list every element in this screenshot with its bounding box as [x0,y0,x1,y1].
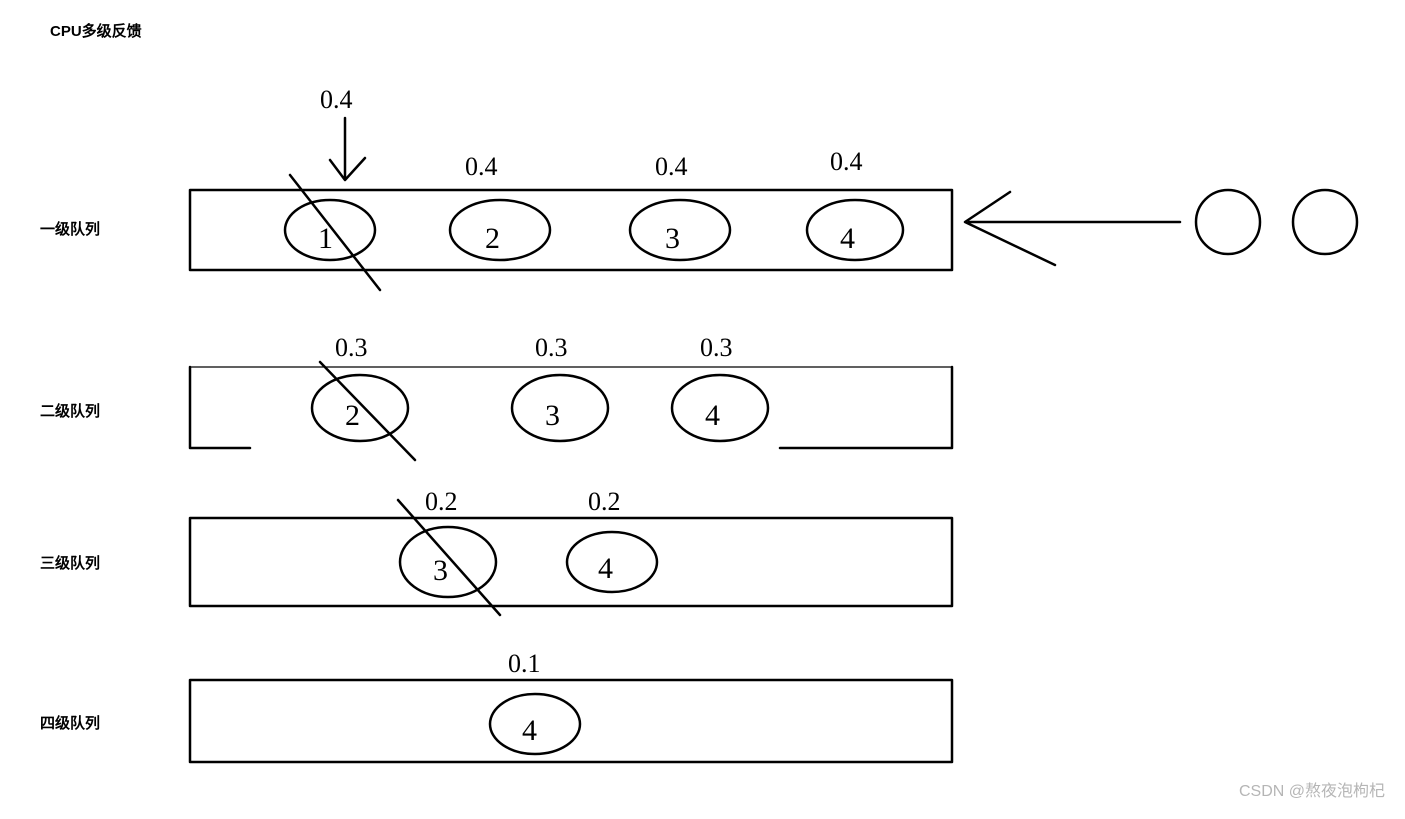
item-annotation: 0.3 [700,333,733,362]
item-value: 4 [840,222,855,255]
queue-item [672,375,768,441]
item-value: 2 [345,399,360,432]
queue-item [400,527,496,597]
item-annotation: 0.3 [335,333,368,362]
watermark: CSDN @熬夜泡枸杞 [1239,777,1385,801]
queue-3-rect [190,518,952,606]
item-value: 3 [433,554,448,587]
item-annotation: 0.4 [830,147,863,176]
queue-item [630,200,730,260]
queue-item [450,200,550,260]
item-annotation: 0.1 [508,649,541,678]
queue-item [312,375,408,441]
item-value: 2 [485,222,500,255]
down-arrow-icon [330,118,365,180]
item-annotation: 0.2 [588,487,621,516]
item-value: 4 [598,552,613,585]
diagram-svg: 1 2 3 4 0.4 0.4 0.4 0.4 2 3 4 0.3 0.3 0.… [0,0,1405,819]
item-annotation: 0.3 [535,333,568,362]
item-value: 3 [665,222,680,255]
incoming-process [1293,190,1357,254]
cross-line [290,175,380,290]
item-value: 4 [522,714,537,747]
incoming-process [1196,190,1260,254]
item-annotation: 0.4 [465,152,498,181]
item-value: 3 [545,399,560,432]
queue-item [512,375,608,441]
item-value: 4 [705,399,720,432]
item-annotation: 0.2 [425,487,458,516]
cross-line [320,362,415,460]
queue-2-sides [190,367,952,448]
queue-4-rect [190,680,952,762]
top-annotation: 0.4 [320,85,353,114]
item-annotation: 0.4 [655,152,688,181]
incoming-arrow-icon [965,192,1180,265]
queue-item [807,200,903,260]
